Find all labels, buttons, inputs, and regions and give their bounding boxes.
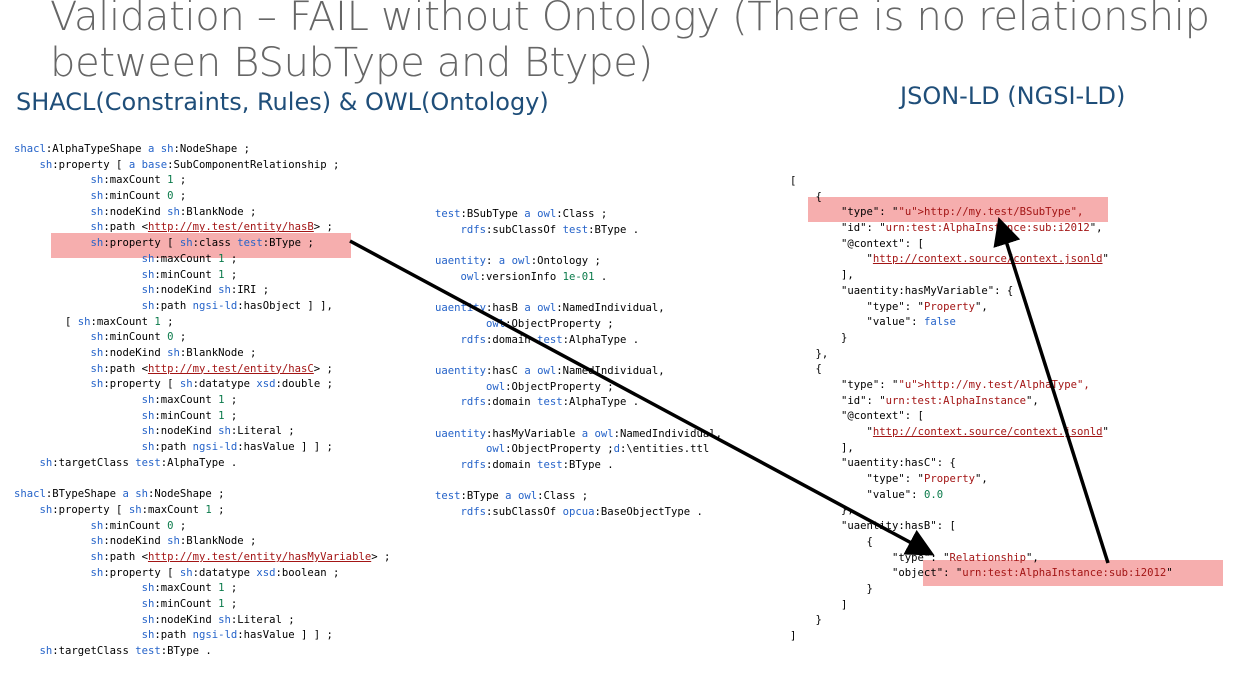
arrow-object-to-type	[993, 216, 1110, 564]
arrows-layer	[349, 216, 1110, 564]
arrow-shacl-to-object	[349, 239, 935, 556]
